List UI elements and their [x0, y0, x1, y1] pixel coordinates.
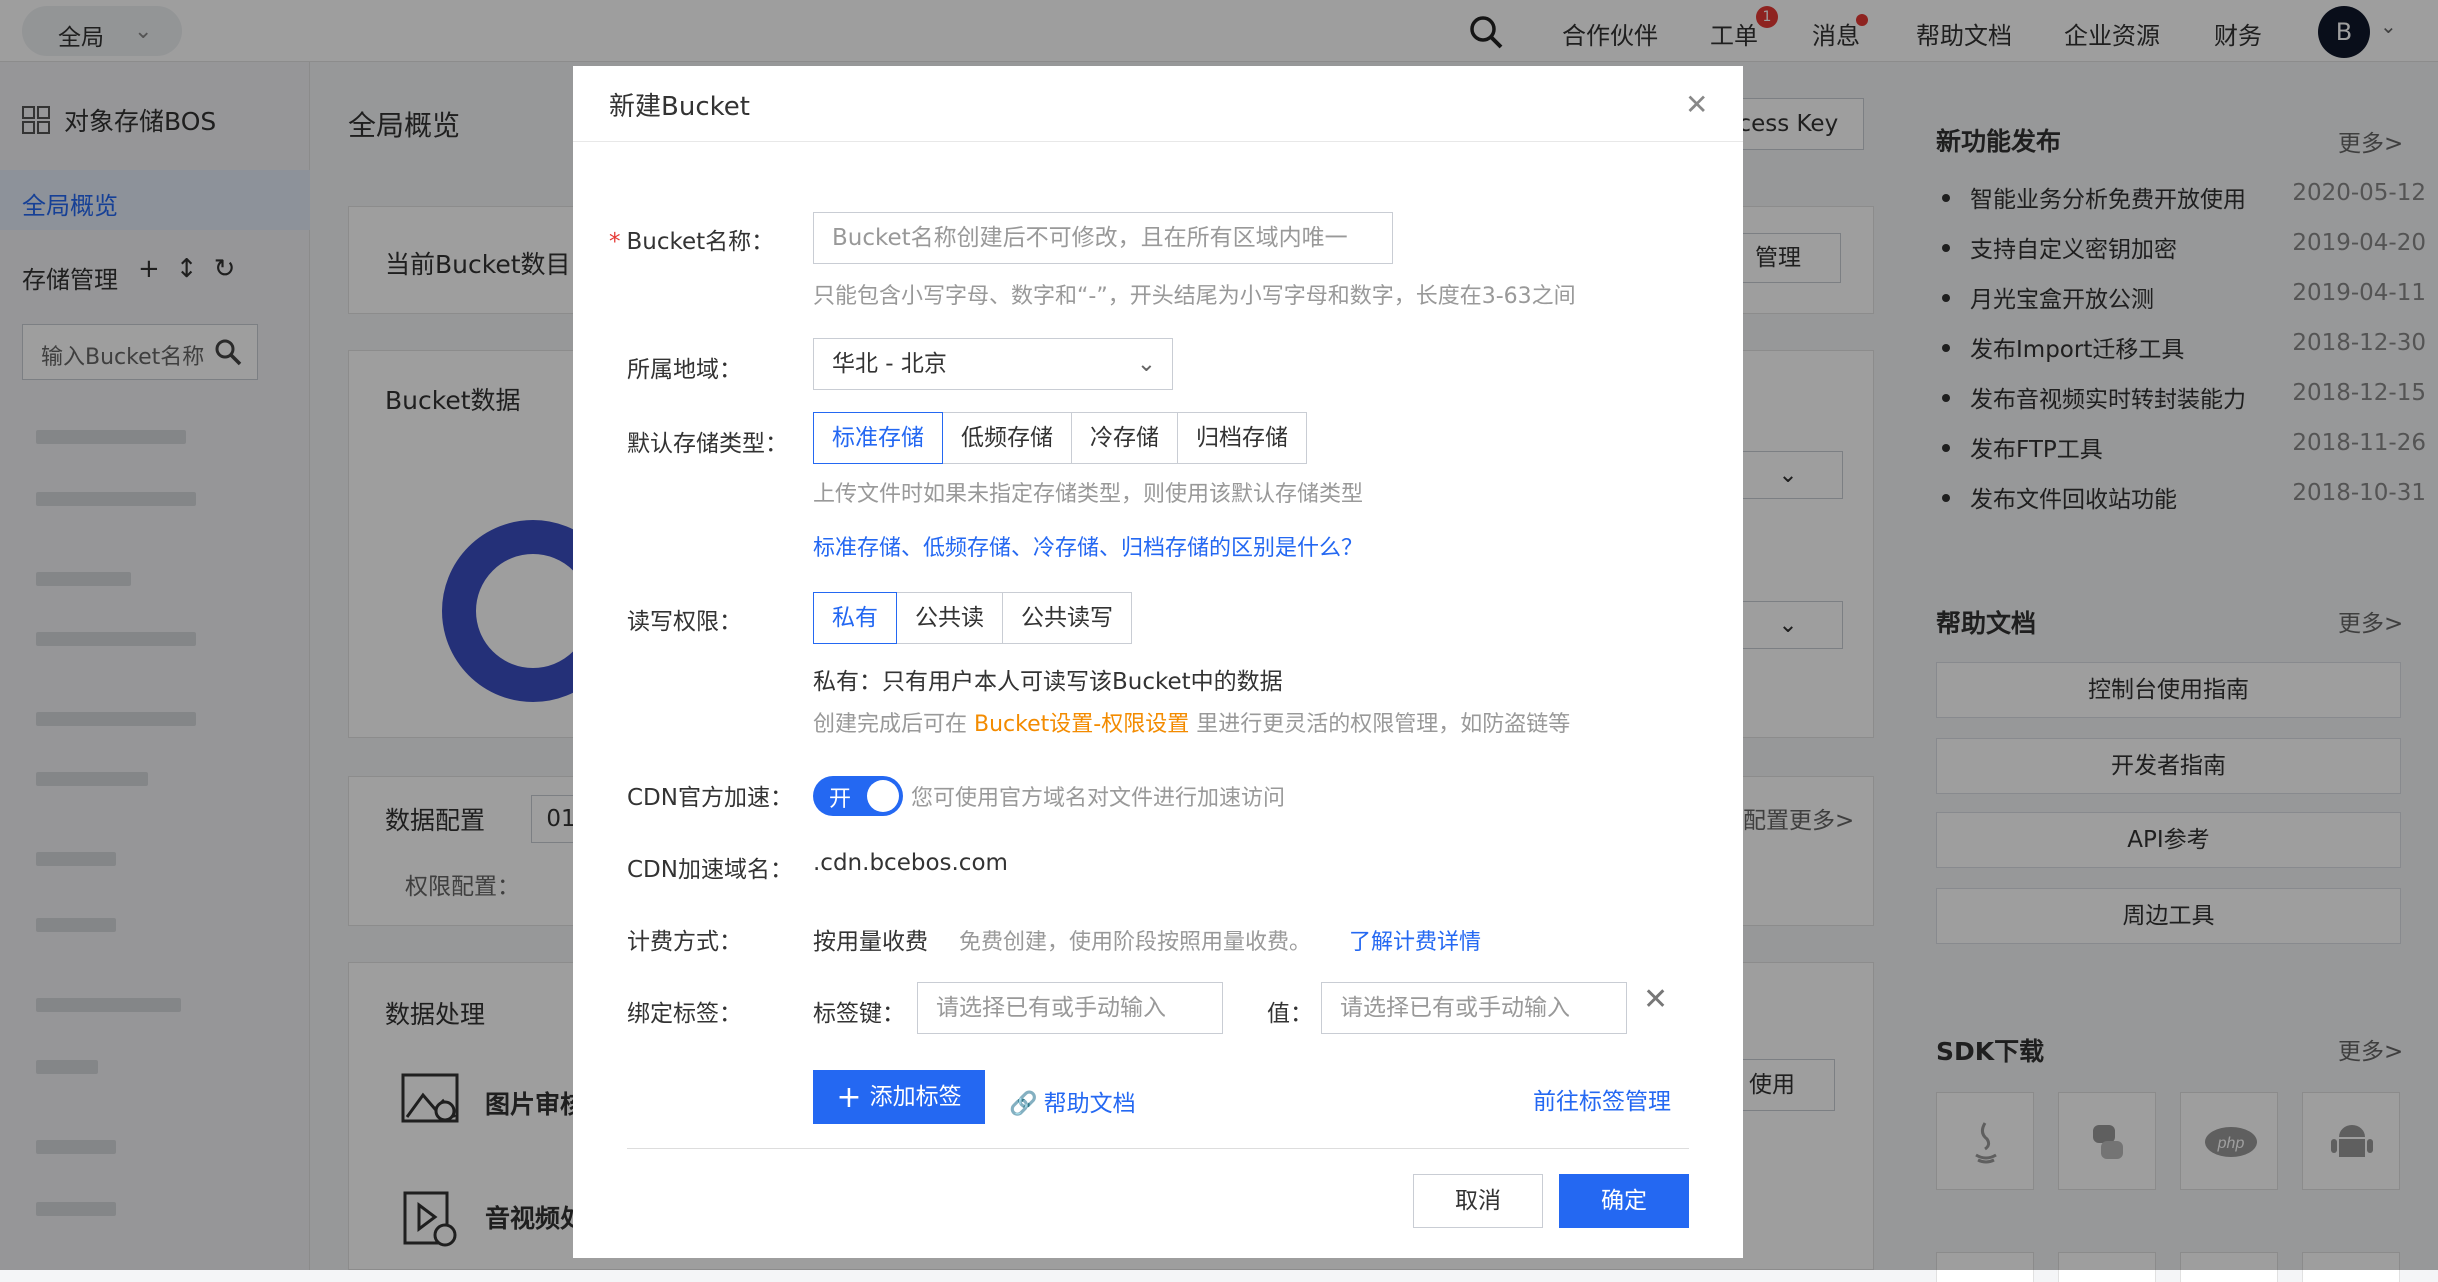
perm-option-private[interactable]: 私有: [813, 592, 897, 644]
storage-class-link[interactable]: 标准存储、低频存储、冷存储、归档存储的区别是什么？: [813, 530, 1363, 562]
cdn-toggle[interactable]: 开: [813, 776, 903, 816]
permission-settings-link[interactable]: Bucket设置-权限设置: [974, 712, 1189, 737]
permission-description: 私有：只有用户本人可读写该Bucket中的数据: [813, 669, 1283, 695]
permission-group: 私有 公共读 公共读写: [813, 592, 1132, 644]
storage-class-label: 默认存储类型：: [627, 431, 788, 457]
plus-icon: +: [836, 1080, 862, 1115]
tag-label: 绑定标签：: [627, 1001, 742, 1027]
region-select[interactable]: 华北 - 北京 ⌄: [813, 338, 1173, 390]
billing-details-link[interactable]: 了解计费详情: [1349, 924, 1481, 956]
storage-option-standard[interactable]: 标准存储: [813, 412, 943, 464]
tag-manage-link[interactable]: 前往标签管理: [1533, 1082, 1671, 1116]
tag-key-input[interactable]: 请选择已有或手动输入: [917, 982, 1223, 1034]
cdn-hint: 您可使用官方域名对文件进行加速访问: [911, 786, 1286, 811]
cdn-toggle-text: 开: [829, 787, 852, 812]
required-mark: *: [609, 229, 621, 255]
dialog-title: 新建Bucket: [609, 92, 750, 122]
dialog-header: 新建Bucket ✕: [573, 66, 1743, 142]
permission-label: 读写权限：: [627, 609, 742, 635]
perm-option-public-read[interactable]: 公共读: [896, 592, 1003, 644]
help-doc-link[interactable]: 🔗 帮助文档: [1009, 1084, 1136, 1118]
close-icon[interactable]: ✕: [1685, 88, 1708, 121]
billing-label: 计费方式：: [627, 929, 742, 955]
storage-class-hint: 上传文件时如果未指定存储类型，则使用该默认存储类型: [813, 482, 1364, 507]
storage-option-cold[interactable]: 冷存储: [1071, 412, 1178, 464]
permission-hint-post: 里进行更灵活的权限管理，如防盗链等: [1196, 712, 1571, 737]
confirm-button[interactable]: 确定: [1559, 1174, 1689, 1228]
add-tag-button[interactable]: + 添加标签: [813, 1070, 985, 1124]
storage-option-archive[interactable]: 归档存储: [1177, 412, 1307, 464]
billing-hint: 免费创建，使用阶段按照用量收费。: [959, 930, 1312, 955]
divider: [627, 1148, 1689, 1149]
link-icon: 🔗: [1009, 1091, 1038, 1117]
remove-tag-icon[interactable]: ✕: [1643, 982, 1668, 1017]
tag-key-label: 标签键：: [813, 1001, 905, 1027]
create-bucket-dialog: 新建Bucket ✕ * Bucket名称： Bucket名称创建后不可修改，且在…: [573, 66, 1743, 1258]
perm-option-public-read-write[interactable]: 公共读写: [1002, 592, 1132, 644]
toggle-knob: [867, 780, 899, 812]
region-label: 所属地域：: [627, 357, 742, 383]
bucket-name-label-text: Bucket名称：: [626, 229, 775, 255]
storage-class-group: 标准存储 低频存储 冷存储 归档存储: [813, 412, 1307, 464]
bucket-name-label: * Bucket名称：: [609, 222, 774, 256]
bucket-name-input[interactable]: Bucket名称创建后不可修改，且在所有区域内唯一: [813, 212, 1393, 264]
cdn-domain-value: .cdn.bcebos.com: [813, 850, 1008, 876]
storage-option-infrequent[interactable]: 低频存储: [942, 412, 1072, 464]
permission-hint-pre: 创建完成后可在: [813, 712, 968, 737]
billing-value: 按用量收费: [813, 929, 928, 955]
help-doc-label: 帮助文档: [1043, 1091, 1136, 1117]
bucket-name-hint: 只能包含小写字母、数字和“-”，开头结尾为小写字母和数字，长度在3-63之间: [813, 284, 1576, 309]
permission-hint: 创建完成后可在 Bucket设置-权限设置 里进行更灵活的权限管理，如防盗链等: [813, 706, 1570, 738]
cdn-domain-label: CDN加速域名：: [627, 857, 793, 883]
tag-value-label: 值：: [1267, 1001, 1313, 1027]
cancel-button[interactable]: 取消: [1413, 1174, 1543, 1228]
cdn-label: CDN官方加速：: [627, 785, 793, 811]
region-value: 华北 - 北京: [832, 351, 947, 377]
tag-value-input[interactable]: 请选择已有或手动输入: [1321, 982, 1627, 1034]
chevron-down-icon: ⌄: [1136, 351, 1156, 377]
add-tag-label: 添加标签: [869, 1084, 962, 1110]
